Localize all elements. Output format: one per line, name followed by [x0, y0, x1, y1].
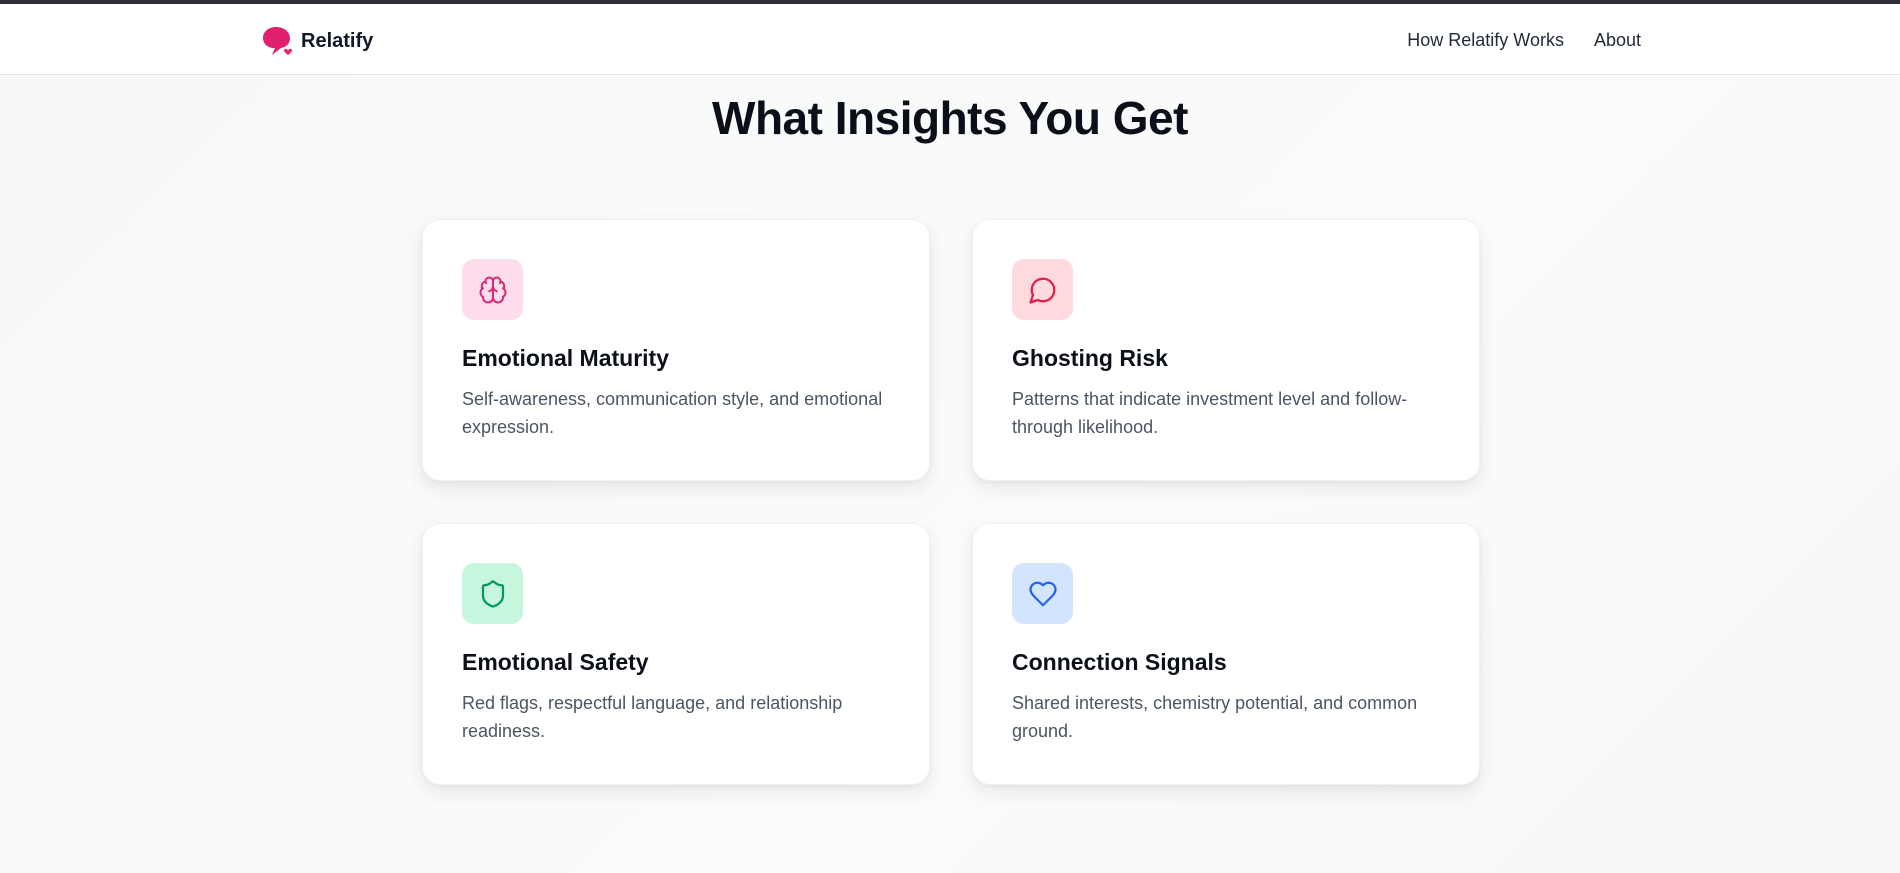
nav-link-how-it-works[interactable]: How Relatify Works [1407, 30, 1564, 51]
card-title: Connection Signals [1012, 649, 1227, 675]
insight-card-connection-signals: Connection Signals Shared interests, che… [972, 523, 1480, 785]
card-description: Patterns that indicate investment level … [1012, 389, 1408, 437]
insight-card-emotional-safety: Emotional Safety Red flags, respectful l… [422, 523, 930, 785]
section-title: What Insights You Get [712, 92, 1188, 144]
insight-card-ghosting-risk: Ghosting Risk Patterns that indicate inv… [972, 219, 1480, 481]
card-description: Red flags, respectful language, and rela… [462, 693, 843, 741]
brand-name: Relatify [301, 29, 374, 52]
shield-icon [481, 579, 504, 608]
card-title: Emotional Safety [462, 649, 649, 675]
card-title: Ghosting Risk [1012, 345, 1168, 371]
card-description: Shared interests, chemistry potential, a… [1012, 693, 1418, 741]
heart-icon [1028, 581, 1057, 606]
insights-section: What Insights You Get Emotional Maturity… [0, 75, 1900, 873]
chat-bubble-icon [1028, 277, 1055, 304]
relatify-logo-icon [263, 27, 294, 57]
insight-card-emotional-maturity: Emotional Maturity Self-awareness, commu… [422, 219, 930, 481]
icon-badge [1012, 563, 1073, 624]
brand-logo-link[interactable]: Relatify [261, 24, 373, 58]
main-nav: How Relatify Works About [1407, 30, 1641, 51]
icon-badge [1012, 259, 1073, 320]
icon-badge [462, 259, 523, 320]
top-navbar: Relatify How Relatify Works About [0, 4, 1900, 75]
nav-link-about[interactable]: About [1594, 30, 1641, 51]
icon-badge [462, 563, 523, 624]
card-title: Emotional Maturity [462, 345, 670, 371]
brain-icon [479, 276, 506, 303]
card-description: Self-awareness, communication style, and… [462, 389, 883, 437]
